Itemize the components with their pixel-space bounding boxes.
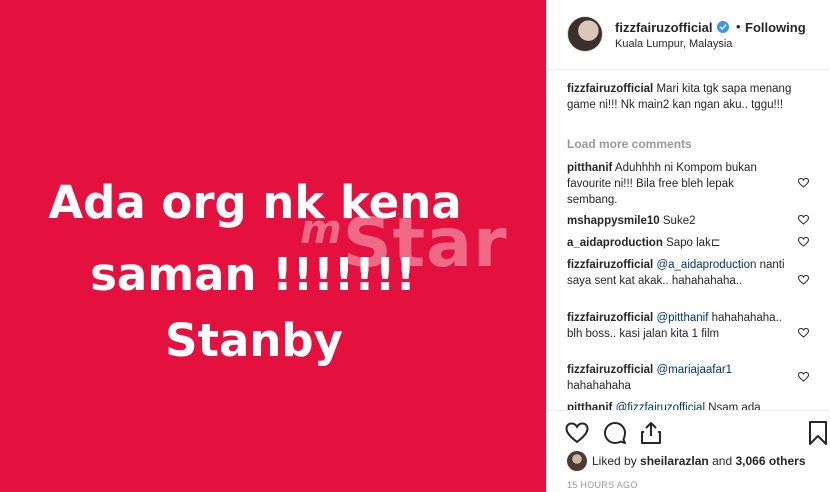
verified-badge-icon bbox=[717, 21, 729, 33]
list-item: a_aidaproduction Sapo lak⊏ bbox=[567, 235, 787, 251]
comment-username[interactable]: fizzfairuzofficial bbox=[567, 259, 653, 271]
caption-username[interactable]: fizzfairuzofficial bbox=[567, 83, 653, 95]
comments-list[interactable]: fizzfairuzofficial Mari kita tgk sapa me… bbox=[547, 70, 830, 410]
comment-username[interactable]: pitthanif bbox=[567, 162, 612, 174]
location-link[interactable]: Kuala Lumpur, Malaysia bbox=[615, 38, 732, 50]
comment-username[interactable]: pitthanif bbox=[567, 402, 612, 410]
likes-text: Liked by sheilarazlan and 3,066 others bbox=[592, 454, 806, 468]
list-item: mshappysmile10 Suke2 bbox=[567, 213, 787, 229]
post-timestamp[interactable]: 15 HOURS AGO bbox=[567, 480, 638, 490]
action-bar bbox=[547, 410, 830, 450]
likes-prefix: Liked by bbox=[592, 454, 637, 468]
list-item: fizzfairuzofficial @a_aidaproduction nan… bbox=[567, 257, 787, 289]
load-more-comments-button[interactable]: Load more comments bbox=[567, 136, 692, 152]
comment-icon[interactable] bbox=[603, 421, 627, 445]
comment-like-heart-icon[interactable] bbox=[798, 215, 809, 225]
bookmark-icon[interactable] bbox=[808, 421, 830, 445]
instagram-post: mStar Ada org nk kena saman !!!!!!! Stan… bbox=[0, 0, 830, 492]
list-item: fizzfairuzofficial @mariajaafar1 hahahah… bbox=[567, 362, 787, 394]
following-button[interactable]: Following bbox=[745, 20, 806, 35]
list-item: fizzfairuzofficial @pitthanif hahahahaha… bbox=[567, 310, 787, 342]
likes-connector: and bbox=[712, 454, 733, 468]
comment-like-heart-icon[interactable] bbox=[798, 237, 809, 247]
comment-text: Suke2 bbox=[662, 215, 696, 227]
image-text-line-2: saman !!!!!!! bbox=[90, 248, 416, 301]
comment-mention[interactable]: @a_aidaproduction bbox=[656, 259, 756, 271]
comment-mention[interactable]: @pitthanif bbox=[656, 312, 708, 324]
comment-text: Nsam ada bbox=[708, 402, 761, 410]
header-username[interactable]: fizzfairuzofficial bbox=[615, 20, 713, 35]
comment-text: hahahahaha bbox=[567, 380, 631, 392]
post-header: fizzfairuzofficial • Following Kuala Lum… bbox=[547, 0, 830, 70]
header-separator: • bbox=[736, 19, 741, 34]
comment-like-heart-icon[interactable] bbox=[798, 275, 809, 285]
comment-like-heart-icon[interactable] bbox=[798, 328, 809, 338]
heart-icon[interactable] bbox=[565, 421, 589, 445]
comment-username[interactable]: mshappysmile10 bbox=[567, 215, 660, 227]
comment-like-heart-icon[interactable] bbox=[798, 178, 809, 188]
comment-like-heart-icon[interactable] bbox=[798, 372, 809, 382]
image-text-line-1: Ada org nk kena bbox=[48, 176, 462, 229]
comment-text: Sapo lak⊏ bbox=[666, 237, 721, 249]
list-item: pitthanif Aduhhhh ni Kompom bukan favour… bbox=[567, 160, 787, 208]
post-sidebar: fizzfairuzofficial • Following Kuala Lum… bbox=[546, 0, 830, 492]
avatar[interactable] bbox=[567, 451, 587, 471]
comment-username[interactable]: fizzfairuzofficial bbox=[567, 364, 653, 376]
caption: fizzfairuzofficial Mari kita tgk sapa me… bbox=[567, 81, 797, 113]
share-icon[interactable] bbox=[639, 421, 663, 445]
comment-mention[interactable]: @fizzfairuzofficial bbox=[616, 402, 705, 410]
liker-username[interactable]: sheilarazlan bbox=[640, 454, 709, 468]
likes-others-count[interactable]: 3,066 others bbox=[735, 454, 805, 468]
list-item: pitthanif @fizzfairuzofficial Nsam ada bbox=[567, 400, 797, 410]
image-text-line-3: Stanby bbox=[165, 314, 343, 367]
comment-mention[interactable]: @mariajaafar1 bbox=[656, 364, 732, 376]
avatar[interactable] bbox=[567, 16, 603, 52]
comment-username[interactable]: a_aidaproduction bbox=[567, 237, 663, 249]
post-image[interactable]: mStar Ada org nk kena saman !!!!!!! Stan… bbox=[0, 0, 546, 492]
likes-summary: Liked by sheilarazlan and 3,066 others bbox=[567, 451, 827, 471]
comment-username[interactable]: fizzfairuzofficial bbox=[567, 312, 653, 324]
